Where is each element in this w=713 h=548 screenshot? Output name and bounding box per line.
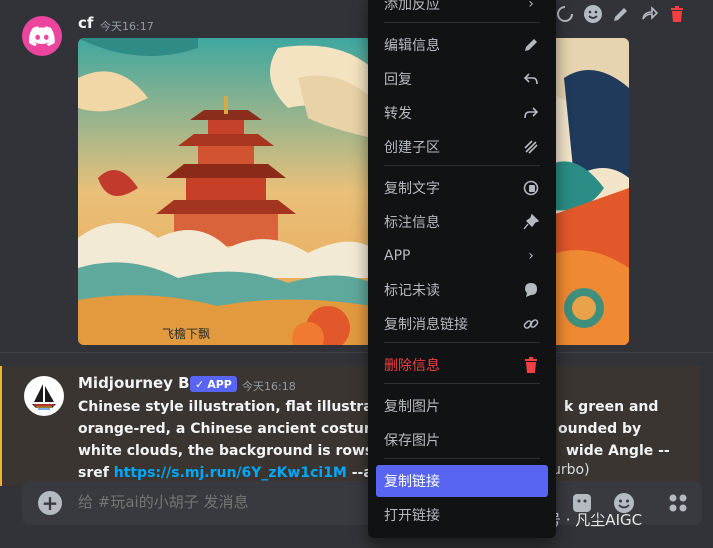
menu-label: 保存图片 bbox=[384, 433, 440, 449]
chevron-right-icon: › bbox=[528, 248, 534, 264]
emoji-icon[interactable] bbox=[582, 3, 604, 25]
message-text-line: ounded by bbox=[558, 421, 642, 437]
menu-mark-unread[interactable]: 标记未读 bbox=[376, 274, 548, 306]
app-badge-label: APP bbox=[207, 377, 232, 391]
menu-separator bbox=[384, 383, 540, 384]
menu-save-image[interactable]: 保存图片 bbox=[376, 424, 548, 456]
app-launcher-icon[interactable] bbox=[666, 491, 690, 515]
menu-reply[interactable]: 回复 bbox=[376, 63, 548, 95]
chinese-illustration-image: 飞檐下飘 bbox=[78, 38, 372, 345]
upload-plus-button[interactable]: + bbox=[38, 491, 62, 515]
menu-label: 删除信息 bbox=[384, 358, 440, 374]
mark-unread-icon bbox=[522, 281, 540, 299]
menu-delete-message[interactable]: 删除信息 bbox=[376, 349, 548, 381]
verified-check-icon: ✓ bbox=[195, 377, 205, 391]
avatar-cf[interactable] bbox=[22, 16, 62, 56]
menu-edit-message[interactable]: 编辑信息 bbox=[376, 29, 548, 61]
menu-separator bbox=[384, 458, 540, 459]
thread-icon bbox=[522, 138, 540, 156]
menu-label: 复制文字 bbox=[384, 181, 440, 197]
forward-icon bbox=[522, 104, 540, 122]
message-midjourney: Midjourney Bot ✓ APP 今天16:18 Chinese sty… bbox=[0, 366, 700, 486]
message-text-tail: urbo) bbox=[552, 462, 590, 478]
menu-label: 复制消息链接 bbox=[384, 317, 468, 333]
menu-open-link[interactable]: 打开链接 bbox=[376, 499, 548, 531]
menu-label: 转发 bbox=[384, 106, 412, 122]
sailboat-logo-icon bbox=[32, 384, 56, 410]
sref-link[interactable]: https://s.mj.run/6Y_zKw1ci1M bbox=[114, 465, 347, 481]
message-divider bbox=[0, 352, 713, 353]
menu-label: 回复 bbox=[384, 72, 412, 88]
image-signature: 飞檐下飘 bbox=[162, 327, 210, 341]
message-text-line: Chinese style illustration, flat illustr… bbox=[78, 399, 404, 415]
menu-label: 添加反应 bbox=[384, 0, 440, 13]
menu-create-thread[interactable]: 创建子区 bbox=[376, 131, 548, 163]
message-cf: cf 今天16:17 飞檐下飘 bbox=[0, 0, 713, 352]
menu-label: 标注信息 bbox=[384, 215, 440, 231]
username[interactable]: Midjourney Bot bbox=[78, 374, 207, 392]
avatar-midjourney[interactable] bbox=[24, 376, 64, 416]
forward-icon[interactable] bbox=[638, 3, 660, 25]
menu-copy-image[interactable]: 复制图片 bbox=[376, 390, 548, 422]
app-badge: ✓ APP bbox=[190, 376, 237, 392]
message-text-line: white clouds, the background is rows of … bbox=[78, 443, 409, 459]
menu-add-reaction[interactable]: 添加反应 › bbox=[376, 0, 548, 20]
message-text-line: wide Angle -- bbox=[566, 443, 670, 459]
link-icon bbox=[522, 315, 540, 333]
menu-label: 标记未读 bbox=[384, 283, 440, 299]
menu-label: 创建子区 bbox=[384, 140, 440, 156]
menu-label: 打开链接 bbox=[384, 508, 440, 524]
message-text-line: orange-red, a Chinese ancient costume bo bbox=[78, 421, 413, 437]
timestamp: 今天16:18 bbox=[242, 380, 296, 393]
copy-text-icon bbox=[522, 179, 540, 197]
menu-separator bbox=[384, 22, 540, 23]
menu-separator bbox=[384, 342, 540, 343]
discord-logo-icon bbox=[29, 26, 55, 46]
menu-copy-message-link[interactable]: 复制消息链接 bbox=[376, 308, 548, 340]
username[interactable]: cf bbox=[78, 14, 93, 32]
chinese-illustration-image-2 bbox=[544, 38, 629, 345]
menu-copy-link[interactable]: 复制链接 bbox=[376, 465, 548, 497]
pencil-icon bbox=[522, 36, 540, 54]
timestamp: 今天16:17 bbox=[100, 20, 154, 33]
menu-label: APP bbox=[384, 248, 411, 264]
message-image[interactable]: 飞檐下飘 bbox=[78, 38, 372, 345]
pin-icon bbox=[522, 213, 540, 231]
menu-copy-text[interactable]: 复制文字 bbox=[376, 172, 548, 204]
delete-icon[interactable] bbox=[666, 3, 688, 25]
reply-icon bbox=[522, 70, 540, 88]
message-text-line: k green and bbox=[564, 399, 659, 415]
menu-label: 复制链接 bbox=[384, 474, 440, 490]
message-context-menu: 添加反应 › 编辑信息 回复 转发 创建子区 复制文字 标注信息 APP › 标… bbox=[368, 0, 556, 538]
menu-separator bbox=[384, 165, 540, 166]
message-hover-toolbar bbox=[552, 0, 692, 28]
menu-pin-message[interactable]: 标注信息 bbox=[376, 206, 548, 238]
trash-icon bbox=[522, 356, 540, 374]
message-image-2[interactable] bbox=[544, 38, 629, 345]
edit-icon[interactable] bbox=[610, 3, 632, 25]
menu-forward[interactable]: 转发 bbox=[376, 97, 548, 129]
chevron-right-icon: › bbox=[528, 0, 534, 12]
add-reaction-icon[interactable] bbox=[554, 3, 576, 25]
menu-label: 复制图片 bbox=[384, 399, 440, 415]
menu-apps[interactable]: APP › bbox=[376, 240, 548, 272]
menu-label: 编辑信息 bbox=[384, 38, 440, 54]
sref-prefix: sref bbox=[78, 465, 114, 481]
